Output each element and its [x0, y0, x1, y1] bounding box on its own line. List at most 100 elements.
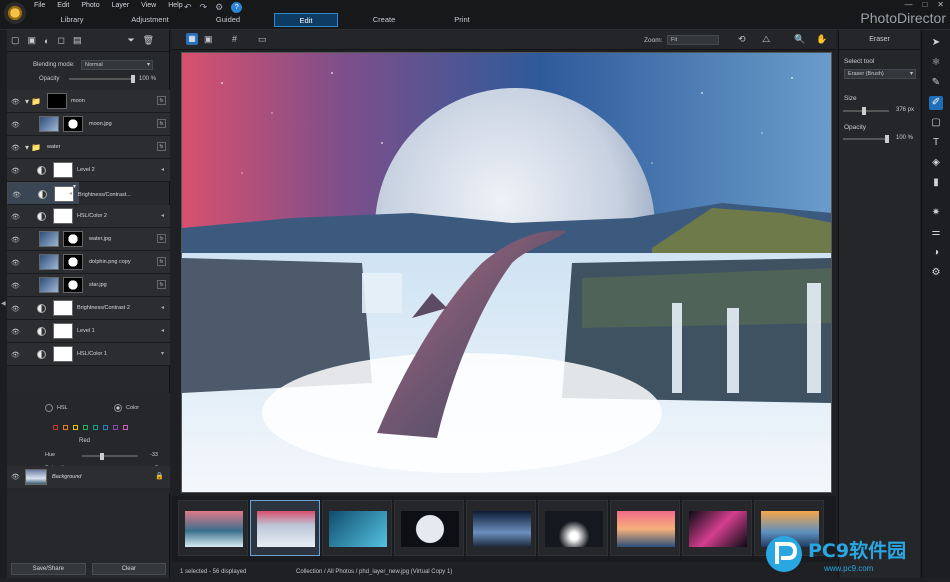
zoom-select[interactable]: Fit [667, 35, 719, 45]
layer-row[interactable]: 👁 HSL/Color 1 ▾ [7, 343, 170, 366]
layer-row[interactable]: 👁 HSL/Color 2 ◂ [7, 205, 170, 228]
color-swatch[interactable] [53, 425, 58, 430]
layer-background[interactable]: 👁 Background 🔒 [7, 466, 170, 488]
menu-view[interactable]: View [141, 2, 156, 9]
opacity-slider-right-knob[interactable] [885, 135, 889, 143]
eye-icon[interactable]: 👁 [11, 305, 20, 313]
filmstrip-thumbnail[interactable] [322, 500, 392, 556]
layer-row[interactable]: 👁 water.jpg fx [7, 228, 170, 251]
hand-tool-icon[interactable]: ✋ [816, 34, 827, 45]
cursor-icon[interactable]: ➤ [929, 36, 943, 50]
settings-icon[interactable]: ⚙ [929, 266, 943, 280]
color-swatch[interactable] [113, 425, 118, 430]
color-swatch[interactable] [63, 425, 68, 430]
layer-options-icon[interactable]: ▤ [73, 35, 82, 46]
color-swatch[interactable] [93, 425, 98, 430]
filmstrip-thumbnail[interactable] [178, 500, 248, 556]
eye-icon[interactable]: 👁 [11, 351, 20, 359]
filter-icon[interactable]: ⏷ [127, 35, 134, 46]
filmstrip-thumbnail[interactable] [538, 500, 608, 556]
filmstrip-thumbnail[interactable] [394, 500, 464, 556]
maximize-icon[interactable]: □ [922, 0, 927, 9]
filmstrip-thumbnail[interactable] [610, 500, 680, 556]
fill-icon[interactable]: ◈ [929, 156, 943, 170]
delete-layer-icon[interactable]: 🗑 [143, 35, 154, 46]
left-collapse-strip[interactable]: ◀ [0, 30, 7, 578]
grid-icon[interactable]: # [232, 34, 237, 44]
help-icon[interactable]: ? [231, 2, 243, 13]
layer-fx-icon[interactable]: fx [157, 119, 166, 128]
crop-rect-icon[interactable]: ▢ [929, 116, 943, 130]
flip-icon[interactable]: ⧍ [762, 34, 770, 45]
layer-row[interactable]: 👁 Level 2 ◂ [7, 159, 170, 182]
mask-icon[interactable]: ◻ [57, 35, 64, 46]
eye-icon[interactable]: 👁 [11, 236, 20, 244]
hsl-slider[interactable] [82, 453, 138, 460]
rotate-icon[interactable]: ⟲ [738, 34, 746, 45]
layer-row[interactable]: 👁 Brightness/Contrast... ◂ [7, 182, 131, 205]
magic-wand-icon[interactable]: ✷ [929, 206, 943, 220]
layer-row[interactable]: 👁 star.jpg fx [7, 274, 170, 297]
tab-adjustment[interactable]: Adjustment [118, 13, 182, 27]
size-slider-knob[interactable] [861, 107, 866, 115]
minimize-icon[interactable]: — [904, 0, 912, 9]
eye-icon[interactable]: 👁 [11, 98, 20, 106]
eye-icon[interactable]: 👁 [11, 167, 20, 175]
layer-fx-icon[interactable]: fx [157, 142, 166, 151]
view-single-icon[interactable]: ▦ [186, 33, 198, 45]
tab-print[interactable]: Print [430, 13, 494, 27]
settings-gear-icon[interactable]: ⚙ [215, 2, 223, 13]
collapse-left-icon[interactable]: ◀ [1, 300, 6, 307]
folder-icon[interactable]: ▾ 📁 [25, 97, 41, 106]
layer-row[interactable]: 👁 dolphin.png copy fx [7, 251, 170, 274]
color-swatch[interactable] [123, 425, 128, 430]
hsl-slider-knob[interactable] [99, 453, 104, 460]
filmstrip-thumbnail[interactable] [466, 500, 536, 556]
clone-icon[interactable]: ⚛ [929, 56, 943, 70]
adjust-icon[interactable]: ⚌ [929, 226, 943, 240]
layer-row[interactable]: 👁 Brightness/Contrast 2 ◂ [7, 297, 170, 320]
eye-icon[interactable]: 👁 [11, 473, 20, 481]
layer-fx-icon[interactable]: fx [157, 280, 166, 289]
color-swatch[interactable] [73, 425, 78, 430]
menu-file[interactable]: File [34, 2, 45, 9]
layer-row[interactable]: 👁 moon.jpg fx [7, 113, 170, 136]
color-swatch[interactable] [83, 425, 88, 430]
eye-icon[interactable]: 👁 [11, 213, 20, 221]
layer-expand-icon[interactable]: ◂ [161, 327, 164, 334]
eye-icon[interactable]: 👁 [11, 121, 20, 129]
eye-icon[interactable]: 👁 [11, 259, 20, 267]
hsl-mode-radio[interactable] [45, 404, 53, 412]
tab-library[interactable]: Library [40, 13, 104, 27]
menu-edit[interactable]: Edit [57, 2, 69, 9]
eye-icon[interactable]: 👁 [12, 191, 21, 200]
menu-help[interactable]: Help [168, 2, 182, 9]
add-image-icon[interactable]: ▣ [28, 35, 37, 46]
layer-fx-icon[interactable]: fx [157, 96, 166, 105]
gradient-icon[interactable]: ▮ [929, 176, 943, 190]
eye-icon[interactable]: 👁 [11, 328, 20, 336]
mask-icon[interactable]: ◑ [929, 246, 943, 260]
filmstrip-thumbnail[interactable] [682, 500, 752, 556]
eye-icon[interactable]: 👁 [11, 282, 20, 290]
menu-photo[interactable]: Photo [81, 2, 99, 9]
display-icon[interactable]: ▭ [258, 34, 267, 45]
color-swatch[interactable] [103, 425, 108, 430]
opacity-slider-knob[interactable] [131, 75, 135, 83]
filmstrip-thumbnail[interactable] [250, 500, 320, 556]
tab-guided[interactable]: Guided [196, 13, 260, 27]
brush-icon[interactable]: ✎ [929, 76, 943, 90]
layer-row[interactable]: 👁 Level 1 ◂ [7, 320, 170, 343]
zoom-tool-icon[interactable]: 🔍 [794, 34, 805, 45]
photo-canvas[interactable] [181, 52, 832, 493]
layer-expand-icon[interactable]: ◂ [69, 190, 72, 199]
folder-icon[interactable]: ▾ 📁 [25, 143, 41, 152]
undo-icon[interactable]: ↶ [184, 2, 192, 13]
eye-icon[interactable]: 👁 [11, 144, 20, 152]
text-icon[interactable]: T [929, 136, 943, 150]
close-icon[interactable]: ✕ [937, 0, 944, 9]
layer-fx-icon[interactable]: fx [157, 257, 166, 266]
new-layer-icon[interactable]: ▢ [11, 35, 20, 46]
tab-edit[interactable]: Edit [274, 13, 338, 27]
adjustment-layer-icon[interactable]: ◐ [44, 36, 49, 46]
